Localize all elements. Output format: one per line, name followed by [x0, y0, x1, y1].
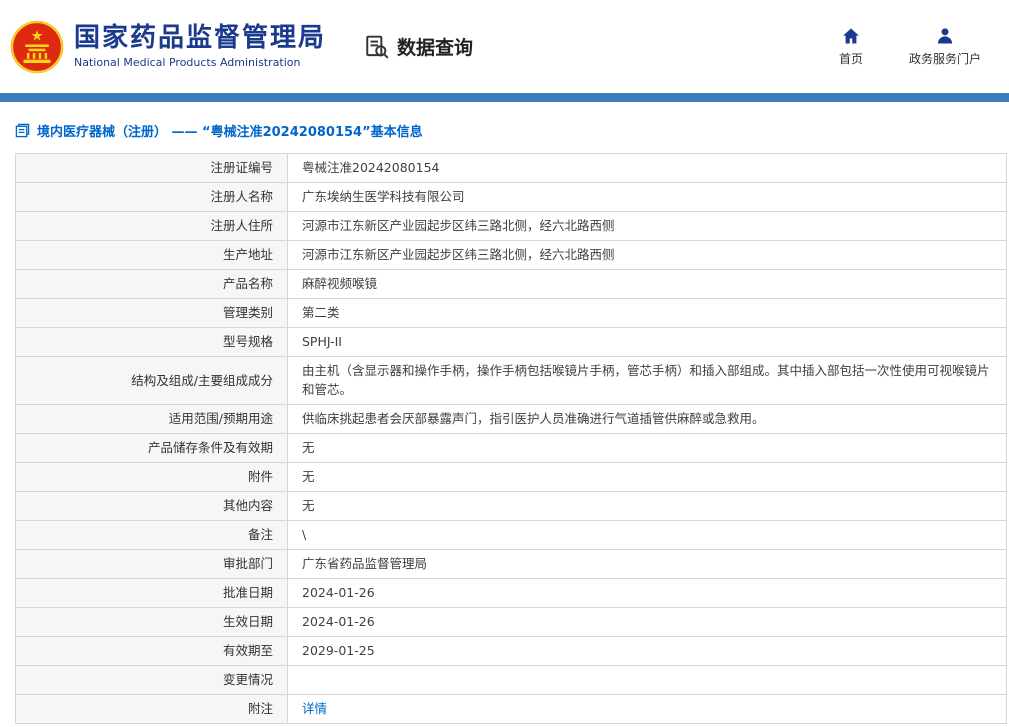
detail-link[interactable]: 详情	[302, 701, 327, 716]
nav-portal-label: 政务服务门户	[908, 52, 981, 66]
table-row: 变更情况	[15, 664, 1007, 695]
table-row: 管理类别 第二类	[15, 298, 1007, 328]
document-icon	[15, 123, 30, 138]
user-icon	[937, 28, 953, 44]
table-row: 附件无	[15, 461, 1007, 492]
table-row: 批准日期 2024-01-26	[15, 577, 1007, 608]
row-label: 变更情况	[15, 664, 288, 695]
table-row: 附注 详情	[15, 693, 1007, 724]
table-row: 产品名称 麻醉视频喉镜	[15, 269, 1007, 299]
org-titles: 国家药品监督管理局 National Medical Products Admi…	[74, 22, 327, 70]
table-row: 生效日期 2024-01-26	[15, 606, 1007, 637]
row-label: 注册人名称	[15, 182, 288, 212]
row-value: 无	[287, 432, 1007, 463]
row-value: 河源市江东新区产业园起步区纬三路北侧，经六北路西侧	[287, 211, 1007, 241]
row-label: 注册人住所	[15, 211, 288, 241]
table-row: 生产地址 河源市江东新区产业园起步区纬三路北侧，经六北路西侧	[15, 240, 1007, 270]
row-value: 2024-01-26	[287, 577, 1007, 608]
header-nav: 首页 政务服务门户	[839, 26, 981, 67]
row-label: 产品储存条件及有效期	[15, 432, 288, 463]
data-query-nav[interactable]: 数据查询	[364, 33, 473, 60]
national-emblem-icon: ★	[10, 20, 64, 73]
row-value: 无	[287, 490, 1007, 521]
row-label: 结构及组成/主要组成成分	[15, 356, 288, 405]
row-label: 审批部门	[15, 548, 288, 579]
info-table-body: 注册证编号 粤械注准20242080154 注册人名称 广东埃纳生医学科技有限公司 注册…	[15, 153, 1007, 724]
table-row: 注册证编号 粤械注准20242080154	[15, 153, 1007, 183]
row-value: SPHJ-II	[287, 327, 1007, 357]
row-label: 其他内容	[15, 490, 288, 521]
org-name-cn: 国家药品监督管理局	[74, 22, 327, 53]
row-label: 注册证编号	[15, 153, 288, 183]
row-label: 适用范围/预期用途	[15, 403, 288, 434]
row-value: 2029-01-25	[287, 635, 1007, 666]
table-row: 审批部门 广东省药品监督管理局	[15, 548, 1007, 579]
svg-text:★: ★	[31, 28, 44, 44]
blue-divider-bar	[0, 93, 1009, 102]
table-row: 有效期至 2029-01-25	[15, 635, 1007, 666]
row-value: 广东埃纳生医学科技有限公司	[287, 182, 1007, 212]
table-row: 结构及组成/主要组成成分 由主机（含显示器和操作手柄，操作手柄包括喉镜片手柄，管芯…	[15, 356, 1007, 405]
table-row: 适用范围/预期用途 供临床挑起患者会厌部暴露声门，指引医护人员准确进行气道插管供麻…	[15, 403, 1007, 434]
table-row: 其他内容无	[15, 490, 1007, 521]
row-value: 2024-01-26	[287, 606, 1007, 637]
site-header: ★ 国家药品监督管理局 National Medical Products Ad…	[0, 0, 1009, 93]
row-label: 生效日期	[15, 606, 288, 637]
table-row: 备注 \	[15, 519, 1007, 550]
row-label: 管理类别	[15, 298, 288, 328]
row-value: 粤械注准20242080154	[287, 153, 1007, 183]
row-value: \	[287, 519, 1007, 550]
breadcrumb-text: 境内医疗器械（注册） —— “粤械注准20242080154”基本信息	[37, 125, 423, 140]
row-value: 河源市江东新区产业园起步区纬三路北侧，经六北路西侧	[287, 240, 1007, 270]
row-value: 麻醉视频喉镜	[287, 269, 1007, 299]
org-name-en: National Medical Products Administration	[74, 56, 301, 70]
table-row: 注册人住所 河源市江东新区产业园起步区纬三路北侧，经六北路西侧	[15, 211, 1007, 241]
breadcrumb: 境内医疗器械（注册） —— “粤械注准20242080154”基本信息	[15, 121, 1009, 140]
row-value: 供临床挑起患者会厌部暴露声门，指引医护人员准确进行气道插管供麻醉或急救用。	[287, 403, 1007, 434]
row-value: 广东省药品监督管理局	[287, 548, 1007, 579]
row-value: 由主机（含显示器和操作手柄，操作手柄包括喉镜片手柄，管芯手柄）和插入部组成。其中…	[287, 356, 1007, 405]
row-value[interactable]: 详情	[287, 693, 1007, 724]
home-icon	[843, 28, 859, 44]
row-label: 备注	[15, 519, 288, 550]
registration-info-table: 注册证编号 粤械注准20242080154 注册人名称 广东埃纳生医学科技有限公司 注册…	[15, 153, 1007, 724]
row-label: 有效期至	[15, 635, 288, 666]
nav-home-label: 首页	[838, 52, 863, 66]
data-query-label: 数据查询	[397, 37, 474, 59]
data-query-icon	[366, 35, 389, 59]
table-row: 产品储存条件及有效期无	[15, 432, 1007, 463]
row-label: 附件	[15, 461, 288, 492]
row-label: 产品名称	[15, 269, 288, 299]
row-label: 附注	[15, 693, 288, 724]
row-label: 批准日期	[15, 577, 288, 608]
row-label: 生产地址	[15, 240, 288, 270]
nav-home[interactable]: 首页	[839, 26, 863, 67]
row-label: 型号规格	[15, 327, 288, 357]
row-value	[287, 664, 1007, 695]
table-row: 注册人名称 广东埃纳生医学科技有限公司	[15, 182, 1007, 212]
row-value: 无	[287, 461, 1007, 492]
site-logo[interactable]: ★ 国家药品监督管理局 National Medical Products Ad…	[10, 20, 326, 74]
table-row: 型号规格 SPHJ-II	[15, 327, 1007, 357]
row-value: 第二类	[287, 298, 1007, 328]
nav-portal[interactable]: 政务服务门户	[909, 26, 981, 67]
